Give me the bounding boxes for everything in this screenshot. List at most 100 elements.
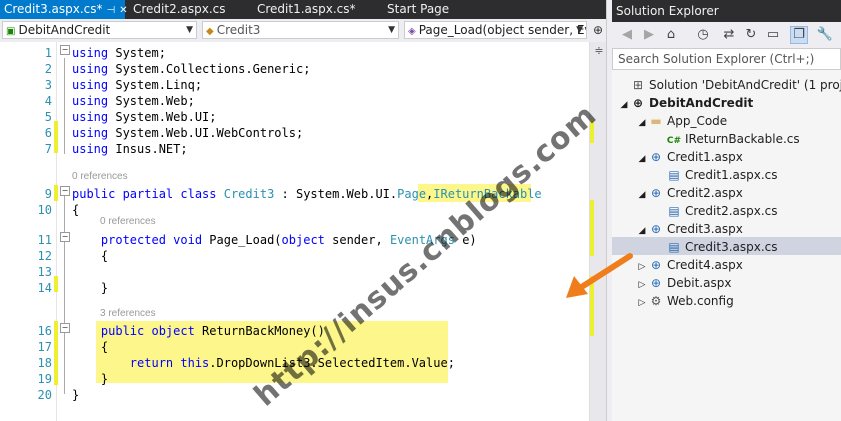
code-lens-references[interactable]: 0 references — [72, 171, 128, 183]
member-dropdown[interactable]: ◈Page_Load(object sender, Event▼ — [404, 21, 587, 39]
code-lens-references[interactable]: 0 references — [100, 216, 156, 228]
code-line[interactable]: using Insus.NET; — [72, 141, 188, 157]
line-number: 11 — [37, 233, 52, 247]
code-token: System; — [108, 46, 166, 60]
line-number: 14 — [37, 281, 52, 295]
fold-guide — [64, 58, 65, 154]
tree-item[interactable]: ◢ ⊕ Credit3.aspx — [636, 220, 743, 238]
line-number: 9 — [44, 187, 52, 201]
show-all-files-icon[interactable]: ❐ — [790, 26, 808, 44]
tree-item[interactable]: ▤ Credit3.aspx.cs — [654, 238, 777, 256]
pin-icon[interactable]: ⊣ — [107, 5, 116, 16]
line-number: 17 — [37, 340, 52, 354]
history-icon[interactable]: ◷ — [694, 26, 712, 44]
config-file-icon: ⚙ — [650, 294, 662, 308]
code-token: System.Web; — [108, 94, 195, 108]
solution-search-input[interactable]: Search Solution Explorer (Ctrl+;) — [612, 48, 841, 70]
collapse-toggle[interactable]: − — [60, 232, 70, 242]
code-line[interactable]: using System.Web.UI.WebControls; — [72, 125, 303, 141]
tree-item-label: Debit.aspx — [667, 276, 732, 290]
tree-item[interactable]: ▤ Credit2.aspx.cs — [654, 202, 777, 220]
solution-explorer-title: Solution Explorer — [612, 0, 841, 22]
collapse-all-icon[interactable]: ▭ — [764, 26, 782, 44]
change-marker — [54, 321, 58, 385]
type-dropdown[interactable]: ◆ Credit3 ▼ — [202, 21, 399, 39]
solution-explorer-toolbar: ◀ ▶ ⌂ ◷ ⇄ ↻ ▭ ❐ 🔧 — [612, 22, 841, 48]
home-icon[interactable]: ⌂ — [662, 26, 680, 44]
code-line[interactable]: { — [72, 339, 108, 355]
line-number: 2 — [44, 62, 52, 76]
tree-item[interactable]: ▷ ⊕ Debit.aspx — [636, 274, 732, 292]
tree-item[interactable]: ⊞ Solution 'DebitAndCredit' (1 project) — [618, 76, 841, 94]
solution-icon: ⊞ — [632, 78, 644, 92]
arrow-shaft — [577, 253, 633, 291]
expanded-arrow-icon[interactable]: ◢ — [636, 114, 648, 132]
code-token: public object — [100, 324, 195, 338]
tree-item[interactable]: ◢ ⊕ Credit1.aspx — [636, 148, 743, 166]
forward-icon[interactable]: ▶ — [640, 26, 658, 44]
code-token: return this — [129, 356, 210, 370]
code-token: using — [72, 142, 109, 156]
project-dropdown[interactable]: ▣ DebitAndCredit ▼ — [2, 21, 197, 39]
collapse-toggle[interactable]: − — [60, 323, 70, 333]
code-line[interactable]: } — [72, 280, 108, 296]
tree-item[interactable]: ▷ ⊕ Credit4.aspx — [636, 256, 743, 274]
close-icon[interactable]: ✕ — [119, 5, 127, 16]
code-line[interactable]: { — [72, 248, 108, 264]
code-lens-references[interactable]: 3 references — [100, 308, 156, 320]
tree-item[interactable]: C# IReturnBackable.cs — [654, 130, 800, 148]
split-handle-icon[interactable]: ≑ — [593, 44, 605, 58]
expanded-arrow-icon[interactable]: ◢ — [618, 96, 630, 114]
change-marker — [54, 121, 58, 153]
code-token: { — [72, 249, 109, 263]
code-line[interactable]: using System.Web; — [72, 93, 195, 109]
collapse-toggle[interactable]: − — [60, 186, 70, 196]
sync-icon[interactable]: ⇄ — [720, 26, 738, 44]
type-dropdown-value: Credit3 — [216, 23, 261, 37]
collapse-toggle[interactable]: − — [60, 45, 70, 55]
tree-item[interactable]: ▷ ⚙ Web.config — [636, 292, 734, 310]
refresh-icon[interactable]: ↻ — [742, 26, 760, 44]
code-token: } — [72, 372, 109, 386]
code-line[interactable]: public object ReturnBackMoney() — [72, 323, 325, 339]
collapsed-arrow-icon[interactable]: ▷ — [636, 294, 648, 312]
tree-item[interactable]: ◢ ⊕ Credit2.aspx — [636, 184, 743, 202]
code-line[interactable]: } — [72, 371, 108, 387]
aspx-file-icon: ⊕ — [650, 150, 662, 164]
split-window-icon[interactable]: ⊕ — [591, 21, 605, 39]
code-line[interactable]: using System.Collections.Generic; — [72, 61, 310, 77]
line-number: 16 — [37, 324, 52, 338]
expanded-arrow-icon[interactable]: ◢ — [636, 222, 648, 240]
code-line[interactable]: { — [72, 202, 79, 218]
expanded-arrow-icon[interactable]: ◢ — [636, 186, 648, 204]
tab-credit1-aspx-cs[interactable]: Credit1.aspx.cs* — [253, 0, 365, 19]
code-file-icon: ▤ — [668, 204, 680, 218]
properties-icon[interactable]: 🔧 — [816, 26, 834, 44]
code-line[interactable]: return this.DropDownList3.SelectedItem.V… — [72, 355, 455, 371]
line-number: 6 — [44, 126, 52, 140]
code-line[interactable]: using System.Linq; — [72, 77, 202, 93]
project-dropdown-value: DebitAndCredit — [18, 23, 111, 37]
tree-item[interactable]: ▤ Credit1.aspx.cs — [654, 166, 777, 184]
code-token: sender, — [324, 233, 390, 247]
expanded-arrow-icon[interactable]: ◢ — [636, 150, 648, 168]
line-number: 13 — [37, 265, 52, 279]
code-line[interactable]: } — [72, 387, 79, 403]
tree-item[interactable]: ◢ ⊕ DebitAndCredit — [618, 94, 754, 114]
code-token: Insus.NET; — [108, 142, 188, 156]
tree-item-label: Credit1.aspx — [667, 150, 743, 164]
tab-credit3-aspx-cs[interactable]: Credit3.aspx.cs* ⊣ ✕ — [0, 0, 128, 19]
code-line[interactable]: using System.Web.UI; — [72, 109, 217, 125]
code-token: { — [72, 340, 109, 354]
folder-icon: ▬ — [650, 114, 662, 128]
tab-credit2-aspx-cs[interactable]: Credit2.aspx.cs — [129, 0, 241, 19]
tree-item[interactable]: ◢ ▬ App_Code — [636, 112, 728, 132]
code-token: } — [72, 281, 109, 295]
tab-label: Credit3.aspx.cs* — [4, 2, 103, 16]
code-token: System.Collections.Generic; — [108, 62, 311, 76]
tab-start-page[interactable]: Start Page — [383, 0, 463, 19]
code-line[interactable]: using System; — [72, 45, 166, 61]
back-icon[interactable]: ◀ — [618, 26, 636, 44]
